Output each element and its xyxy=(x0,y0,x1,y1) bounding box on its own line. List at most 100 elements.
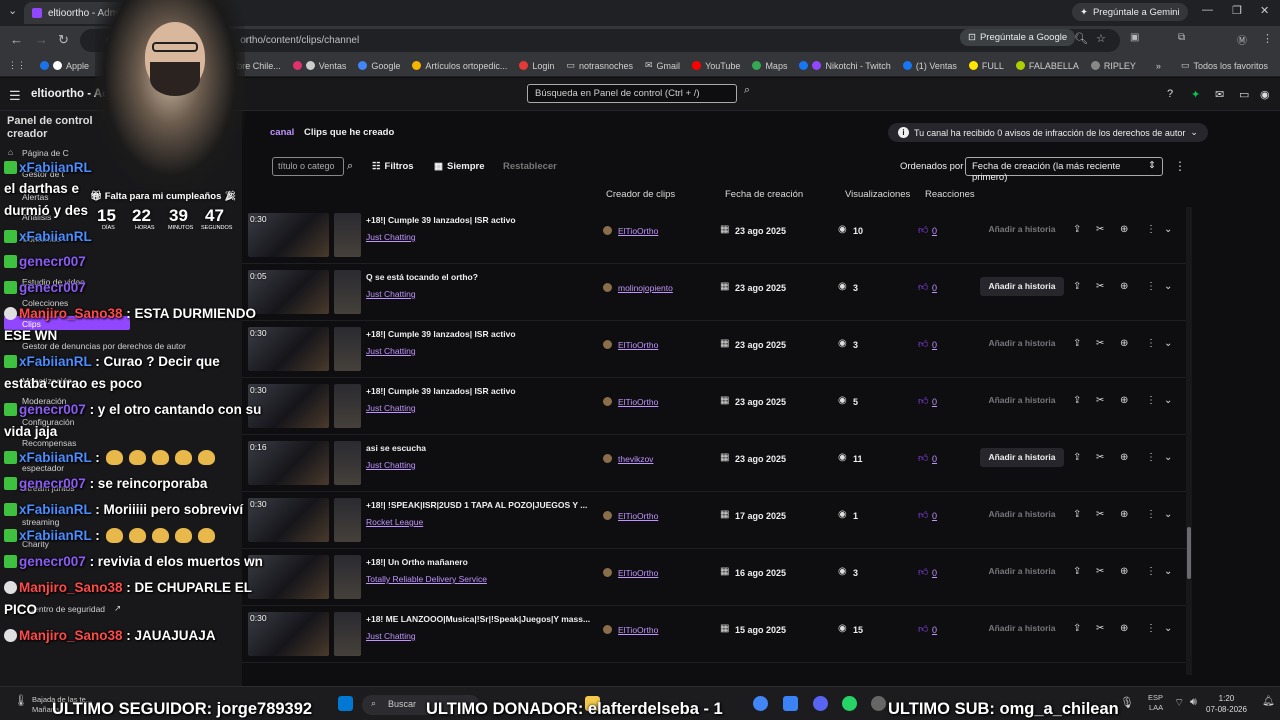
discord-icon[interactable] xyxy=(813,696,828,711)
clip-row[interactable]: 0:30 +18!| Cumple 39 lanzados| ISR activo… xyxy=(242,378,1186,435)
scissors-icon[interactable]: ✂ xyxy=(1096,281,1104,292)
clip-thumbnail[interactable]: 0:30 xyxy=(248,213,329,257)
share-icon[interactable]: ⇪ xyxy=(1073,566,1081,577)
whatsapp-icon[interactable] xyxy=(842,696,857,711)
clip-creator-link[interactable]: ElTioOrtho xyxy=(618,397,658,407)
header-creator[interactable]: Creador de clips xyxy=(606,189,675,200)
windows-start-icon[interactable] xyxy=(338,696,353,711)
whispers-icon[interactable]: ▭ xyxy=(1239,88,1249,101)
chevron-down-icon[interactable]: ⌄ xyxy=(1164,395,1172,406)
bookmark-google[interactable]: Google xyxy=(358,61,400,71)
add-circle-icon[interactable]: ⊕ xyxy=(1120,224,1128,235)
app-icon[interactable] xyxy=(783,696,798,711)
row-more-icon[interactable]: ⋮ xyxy=(1146,452,1156,463)
scissors-icon[interactable]: ✂ xyxy=(1096,224,1104,235)
chevron-down-icon[interactable]: ⌄ xyxy=(1164,566,1172,577)
clip-likes[interactable]: 0 xyxy=(932,454,937,464)
bookmark-maps[interactable]: Maps xyxy=(752,61,787,71)
clip-game-link[interactable]: Just Chatting xyxy=(366,232,416,242)
clip-row[interactable]: 0:16 asi se escucha Just Chatting thevikzov… xyxy=(242,435,1186,492)
share-icon[interactable]: ⇪ xyxy=(1073,509,1081,520)
reload-icon[interactable]: ↻ xyxy=(58,32,69,48)
add-circle-icon[interactable]: ⊕ xyxy=(1120,509,1128,520)
clip-game-link[interactable]: Just Chatting xyxy=(366,631,416,641)
row-more-icon[interactable]: ⋮ xyxy=(1146,509,1156,520)
clip-title[interactable]: +18!| Cumple 39 lanzados| ISR activo xyxy=(366,386,596,396)
bookmark-nikotchi[interactable]: Nikotchi - Twitch xyxy=(799,61,891,71)
clip-row[interactable]: 0:30 +18! ME LANZOOO|Musica|!Sr|!Speak|Ju… xyxy=(242,606,1186,663)
clip-title[interactable]: asi se escucha xyxy=(366,443,596,453)
clip-title[interactable]: Q se está tocando el ortho? xyxy=(366,272,596,282)
clip-likes[interactable]: 0 xyxy=(932,397,937,407)
share-icon[interactable]: ⇪ xyxy=(1073,338,1081,349)
inbox-icon[interactable]: ✉ xyxy=(1215,88,1224,101)
scissors-icon[interactable]: ✂ xyxy=(1096,623,1104,634)
search-icon[interactable]: ⌕ xyxy=(738,84,756,103)
clip-search-input[interactable]: título o catego xyxy=(272,157,344,176)
scissors-icon[interactable]: ✂ xyxy=(1096,566,1104,577)
clip-game-link[interactable]: Just Chatting xyxy=(366,346,416,356)
sidebar-item-safety-center[interactable]: Centro de seguridad xyxy=(28,604,105,614)
add-to-story-button[interactable]: Añadir a historia xyxy=(980,391,1064,410)
bookmark-ventas-instagram[interactable]: Ventas xyxy=(292,61,346,71)
forward-icon[interactable]: → xyxy=(35,32,48,47)
language-indicator[interactable]: ESP xyxy=(1148,693,1163,702)
clip-likes[interactable]: 0 xyxy=(932,340,937,350)
notifications-icon[interactable]: 🔔︎ xyxy=(1262,696,1275,707)
gemini-button[interactable]: ✦ Pregúntale a Gemini xyxy=(1072,3,1188,21)
bookmark-ventas[interactable]: (1) Ventas xyxy=(902,61,957,71)
browser-menu-icon[interactable]: ⋮ xyxy=(1262,32,1273,45)
clip-creator-link[interactable]: ElTioOrtho xyxy=(618,625,658,635)
clip-creator-link[interactable]: ElTioOrtho xyxy=(618,568,658,578)
tab-my-clips[interactable]: Clips que he creado xyxy=(304,127,394,138)
clip-likes[interactable]: 0 xyxy=(932,625,937,635)
mic-icon[interactable]: 🎙︎ xyxy=(1120,696,1134,709)
bookmark-gmail[interactable]: ✉ Gmail xyxy=(645,60,680,71)
add-circle-icon[interactable]: ⊕ xyxy=(1120,338,1128,349)
clip-thumbnail[interactable]: 0:05 xyxy=(248,270,329,314)
bookmark-falabella[interactable]: FALABELLA xyxy=(1015,61,1079,71)
share-icon[interactable]: ⇪ xyxy=(1073,224,1081,235)
clip-creator-link[interactable]: ElTioOrtho xyxy=(618,340,658,350)
header-date[interactable]: Fecha de creación xyxy=(725,189,803,200)
date-range-button[interactable]: ▦ Siempre xyxy=(426,157,492,176)
chevron-down-icon[interactable]: ⌄ xyxy=(1164,224,1172,235)
tab-channel-clips[interactable]: canal xyxy=(270,127,294,138)
share-icon[interactable]: ⇪ xyxy=(1073,395,1081,406)
bookmark-articulos[interactable]: Artículos ortopedic... xyxy=(412,61,507,71)
bookmark-apple[interactable]: Apple xyxy=(40,61,89,71)
row-more-icon[interactable]: ⋮ xyxy=(1146,224,1156,235)
hamburger-menu-icon[interactable]: ☰ xyxy=(9,88,21,104)
scissors-icon[interactable]: ✂ xyxy=(1096,338,1104,349)
chevron-down-icon[interactable]: ⌄ xyxy=(1164,281,1172,292)
sidebar-item-rewards[interactable]: Recompensas xyxy=(22,438,76,448)
clip-likes[interactable]: 0 xyxy=(932,226,937,236)
clip-likes[interactable]: 0 xyxy=(932,283,937,293)
clip-likes[interactable]: 0 xyxy=(932,568,937,578)
clip-thumbnail[interactable]: 0:30 xyxy=(248,498,329,542)
clip-game-link[interactable]: Just Chatting xyxy=(366,460,416,470)
add-to-story-button[interactable]: Añadir a historia xyxy=(980,505,1064,524)
minimize-icon[interactable]: — xyxy=(1202,4,1213,16)
row-more-icon[interactable]: ⋮ xyxy=(1146,566,1156,577)
clip-game-link[interactable]: Just Chatting xyxy=(366,289,416,299)
chevron-down-icon[interactable]: ⌄ xyxy=(1164,623,1172,634)
share-icon[interactable]: ⇪ xyxy=(1073,281,1081,292)
scissors-icon[interactable]: ✂ xyxy=(1096,509,1104,520)
scissors-icon[interactable]: ✂ xyxy=(1096,452,1104,463)
filter-search-icon[interactable]: ⌕ xyxy=(347,160,353,173)
row-more-icon[interactable]: ⋮ xyxy=(1146,623,1156,634)
clip-row[interactable]: 0:30 +18!| !SPEAK|ISR|2USD 1 TAPA AL POZO… xyxy=(242,492,1186,549)
add-circle-icon[interactable]: ⊕ xyxy=(1120,281,1128,292)
taskbar-clock[interactable]: 1:20 07-08-2026 xyxy=(1206,693,1247,715)
bookmark-notrasnoches[interactable]: ▭ notrasnoches xyxy=(566,60,633,71)
clip-row[interactable]: +18!| Un Ortho mañanero Totally Reliable … xyxy=(242,549,1186,606)
chrome-icon[interactable] xyxy=(753,696,768,711)
clip-creator-link[interactable]: ElTioOrtho xyxy=(618,226,658,236)
add-circle-icon[interactable]: ⊕ xyxy=(1120,566,1128,577)
back-icon[interactable]: ← xyxy=(10,32,23,47)
wifi-icon[interactable]: ⌔ xyxy=(1174,696,1184,710)
header-views[interactable]: Visualizaciones xyxy=(845,189,910,200)
sidebar-item-stream-page[interactable]: Página de C xyxy=(22,148,69,158)
row-more-icon[interactable]: ⋮ xyxy=(1146,281,1156,292)
